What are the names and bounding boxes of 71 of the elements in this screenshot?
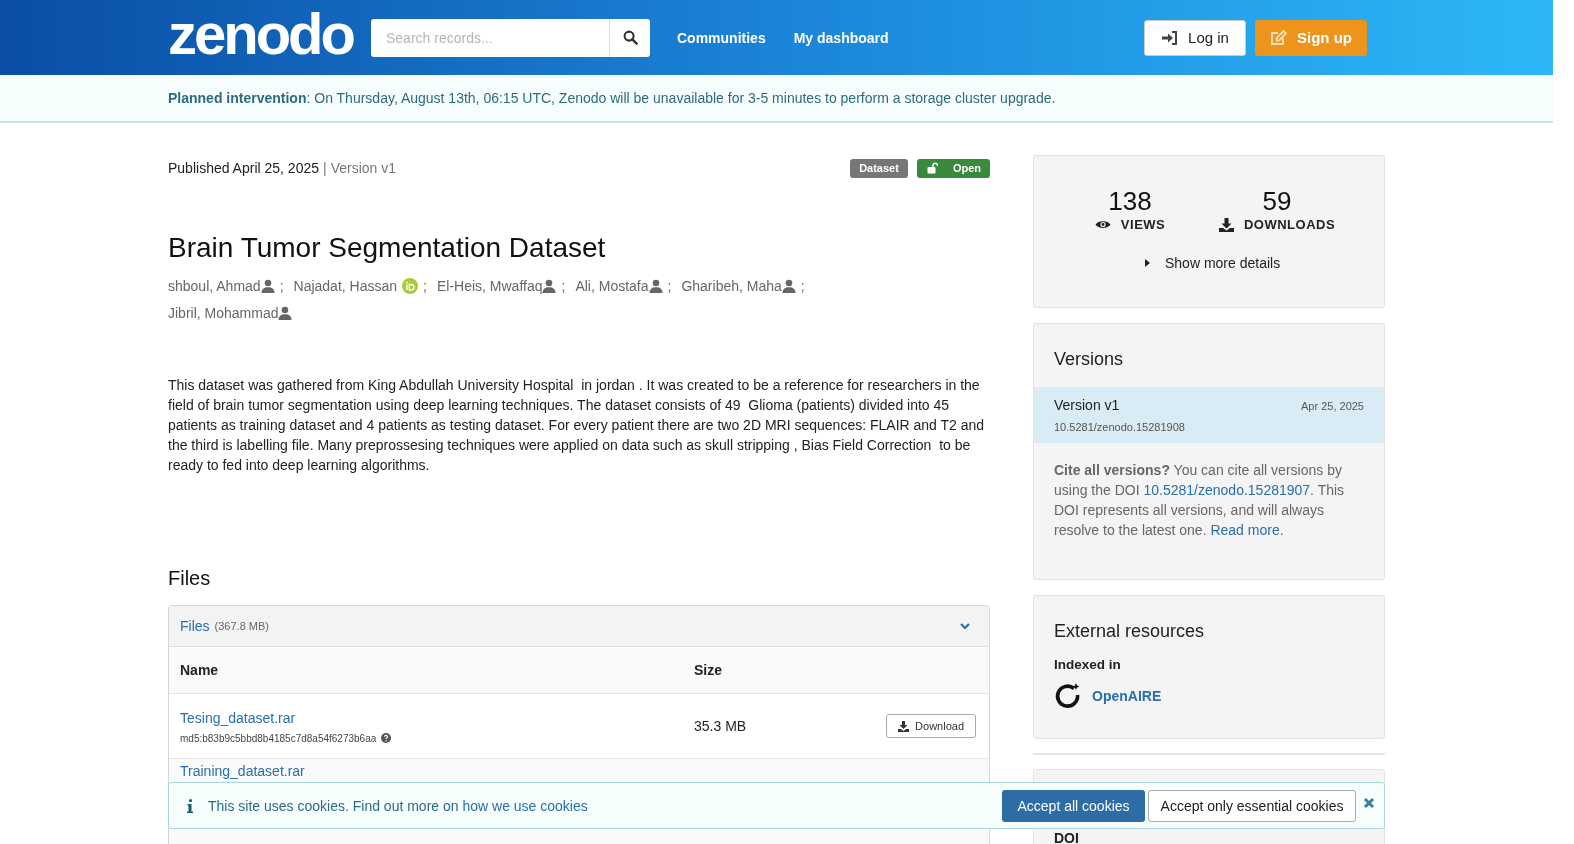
author-link[interactable]: Najadat, Hassan	[293, 278, 398, 294]
separator: ;	[561, 278, 566, 294]
publication-date: Published April 25, 2025	[168, 160, 319, 176]
separator: ;	[667, 278, 672, 294]
separator: ;	[800, 278, 805, 294]
show-more-details-toggle[interactable]: Show more details	[1144, 255, 1281, 271]
nav-link[interactable]: Communities	[677, 29, 766, 46]
column-header: Name	[180, 662, 220, 678]
card-heading: Versions	[1053, 348, 1125, 371]
file-link[interactable]: Tesing_dataset.rar	[180, 709, 296, 726]
openaire-logo-icon	[1054, 682, 1082, 710]
read-more-link[interactable]: Read more	[1210, 522, 1280, 538]
files-panel-header[interactable]: Files (367.8 MB)	[169, 606, 989, 647]
views-label: VIEWS	[1120, 217, 1166, 232]
download-icon	[1218, 217, 1234, 232]
edit-icon	[1270, 30, 1287, 45]
files-panel-title: Files	[180, 618, 210, 634]
doi-link[interactable]: 10.5281/zenodo.15281907	[1143, 482, 1311, 498]
user-icon	[542, 279, 557, 293]
openaire-link[interactable]: OpenAIRE	[1092, 688, 1162, 704]
cite-text: Cite all versions? You can cite all versions by using the DOI 10.5281/zenodo.15281907. This DOI represents all versions, and will always resolve to the latest one. Read more.	[1054, 461, 1346, 540]
login-button[interactable]: Log in	[1144, 19, 1246, 56]
accept-all-button[interactable]: Accept all cookies	[1002, 789, 1145, 822]
record-description: This dataset was gathered from King Abdullah University Hospital in jordan . It was created to be a reference for researchers in the field of brain tumor segmentation using deep learning techniques. The dataset consists of 49 Glioma (patients) divided into 45 patients as training dataset and 4 patients as testing dataset. For every patient there are two 2D MRI sequences: FLAIR and T2 and the third is labelling file. Many preprossesing techniques were applied on data such as skull stripping , Bias Field Correction to be ready to fed into deep learning algorithms.	[168, 376, 986, 475]
checksum: md5:b83b9c5bbd8b4185c7d8a54f6273b6aa	[180, 732, 377, 744]
eye-icon	[1094, 219, 1111, 230]
views-count: 138	[1108, 186, 1152, 216]
separator: ;	[279, 278, 284, 294]
author-link[interactable]: Gharibeh, Maha	[681, 278, 782, 294]
author-link[interactable]: El-Heis, Mwaffaq	[436, 278, 543, 294]
author-link[interactable]: shboul, Ahmad	[168, 278, 261, 294]
card-heading: External resources	[1053, 620, 1206, 643]
info-icon	[187, 798, 193, 813]
author-link[interactable]: Ali, Mostafa	[575, 278, 649, 294]
section-heading: Files	[168, 567, 212, 590]
file-size: 35.3 MB	[694, 718, 747, 734]
record-badge: Dataset	[850, 158, 908, 178]
sign-in-icon	[1161, 30, 1179, 45]
unlock-icon	[926, 162, 938, 174]
logo[interactable]: zenodo	[168, 4, 371, 63]
search-button[interactable]	[609, 18, 650, 57]
user-icon	[260, 279, 275, 293]
user-icon	[781, 279, 796, 293]
nav-link[interactable]: My dashboard	[793, 29, 889, 46]
separator: |	[323, 160, 327, 176]
version-item[interactable]: Version v1 Apr 25, 2025 10.5281/zenodo.15281908	[1034, 387, 1384, 443]
cookie-policy-link[interactable]: how we use cookies	[462, 797, 588, 814]
indexed-label: Indexed in	[1053, 657, 1122, 672]
search-field[interactable]: Search records...	[371, 18, 609, 57]
close-icon[interactable]	[1363, 796, 1375, 809]
cookie-message: This site uses cookies. Find out more on how we use cookies	[208, 797, 588, 814]
download-icon	[898, 720, 910, 732]
user-icon	[278, 306, 293, 320]
card-heading: DOI	[1054, 830, 1079, 844]
user-icon	[648, 279, 663, 293]
orcid-icon	[402, 278, 419, 294]
download-button[interactable]: Download	[886, 714, 976, 738]
notice-text: Planned intervention: On Thursday, August 13th, 06:15 UTC, Zenodo will be unavailable for 3-5 minutes to perform a storage cluster upgrade.	[168, 90, 1056, 106]
search-icon	[622, 30, 638, 45]
help-icon[interactable]	[381, 733, 392, 743]
column-header: Size	[694, 662, 722, 678]
files-size: (367.8 MB)	[214, 620, 269, 632]
version-label: Version v1	[330, 160, 396, 176]
record-badge: Open	[916, 158, 990, 178]
separator: ;	[423, 278, 427, 294]
downloads-label: DOWNLOADS	[1243, 217, 1336, 232]
downloads-count: 59	[1262, 186, 1292, 216]
accept-essential-button[interactable]: Accept only essential cookies	[1148, 789, 1356, 822]
file-link[interactable]: Training_dataset.rar	[180, 764, 305, 779]
record-title: Brain Tumor Segmentation Dataset	[168, 232, 607, 264]
author-link[interactable]: Jibril, Mohammad	[168, 305, 279, 321]
